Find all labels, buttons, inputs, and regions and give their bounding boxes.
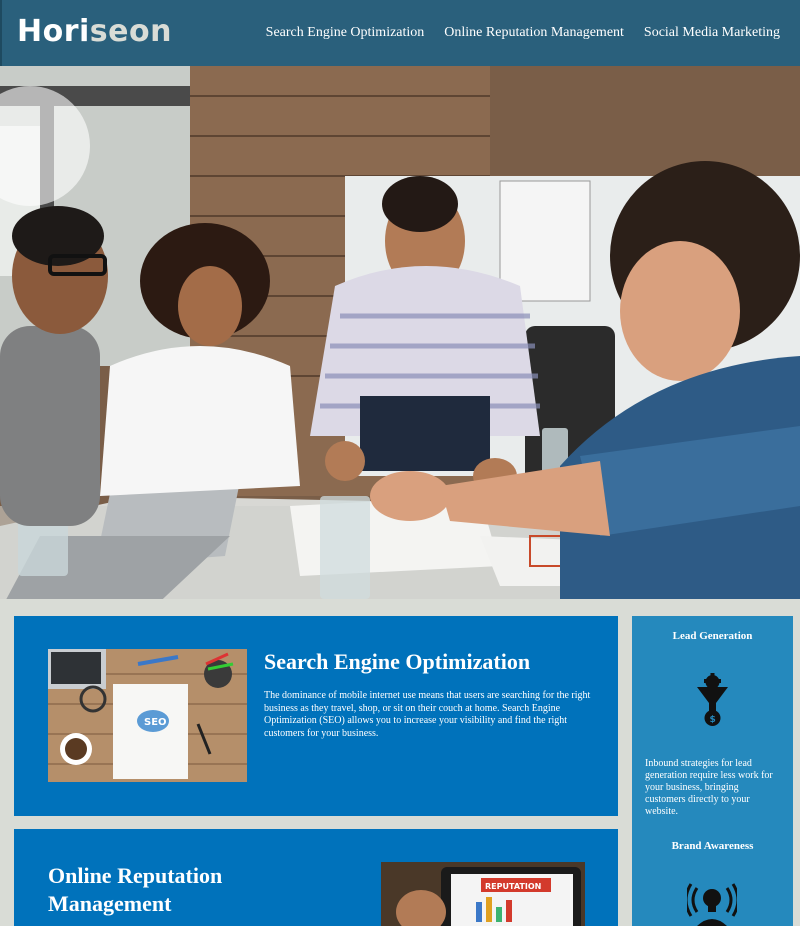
lead-generation-text: Inbound strategies for lead generation r… (645, 758, 773, 817)
nav-link-seo[interactable]: Search Engine Optimization (266, 25, 425, 41)
lead-generation-title: Lead Generation (672, 630, 753, 642)
seo-notebook-image: SEO (48, 649, 247, 782)
seo-text: The dominance of mobile internet use mea… (264, 690, 591, 739)
main-nav: Search Engine Optimization Online Reputa… (266, 25, 780, 41)
svg-text:$: $ (710, 715, 716, 725)
seo-title: Search Engine Optimization (264, 649, 531, 674)
logo-part-hori: Hori (17, 14, 90, 49)
site-header: Horiseon Search Engine Optimization Onli… (0, 0, 800, 66)
logo-part-seon: seon (89, 14, 172, 49)
reputation-title-line2: Management (48, 891, 172, 916)
seo-card: SEO Search Engine Optimization The domin… (14, 616, 618, 816)
lightbulb-broadcast-icon (684, 880, 740, 926)
nav-link-social-media[interactable]: Social Media Marketing (644, 25, 780, 41)
reputation-title: Online Reputation Management (48, 862, 222, 918)
brand-awareness-title: Brand Awareness (671, 840, 754, 852)
reputation-card: Online Reputation Management REPUTATION (14, 829, 618, 926)
hero-image (0, 66, 800, 599)
seo-image-text: SEO (144, 717, 167, 728)
reputation-image-text: REPUTATION (485, 882, 541, 891)
funnel-gear-icon: $ (695, 673, 730, 728)
nav-link-reputation[interactable]: Online Reputation Management (444, 25, 624, 41)
reputation-title-line1: Online Reputation (48, 863, 223, 888)
site-logo[interactable]: Horiseon (17, 14, 172, 49)
reputation-tablet-image: REPUTATION (381, 862, 585, 926)
sidebar: Lead Generation $ Inbound strategies for… (632, 616, 793, 926)
